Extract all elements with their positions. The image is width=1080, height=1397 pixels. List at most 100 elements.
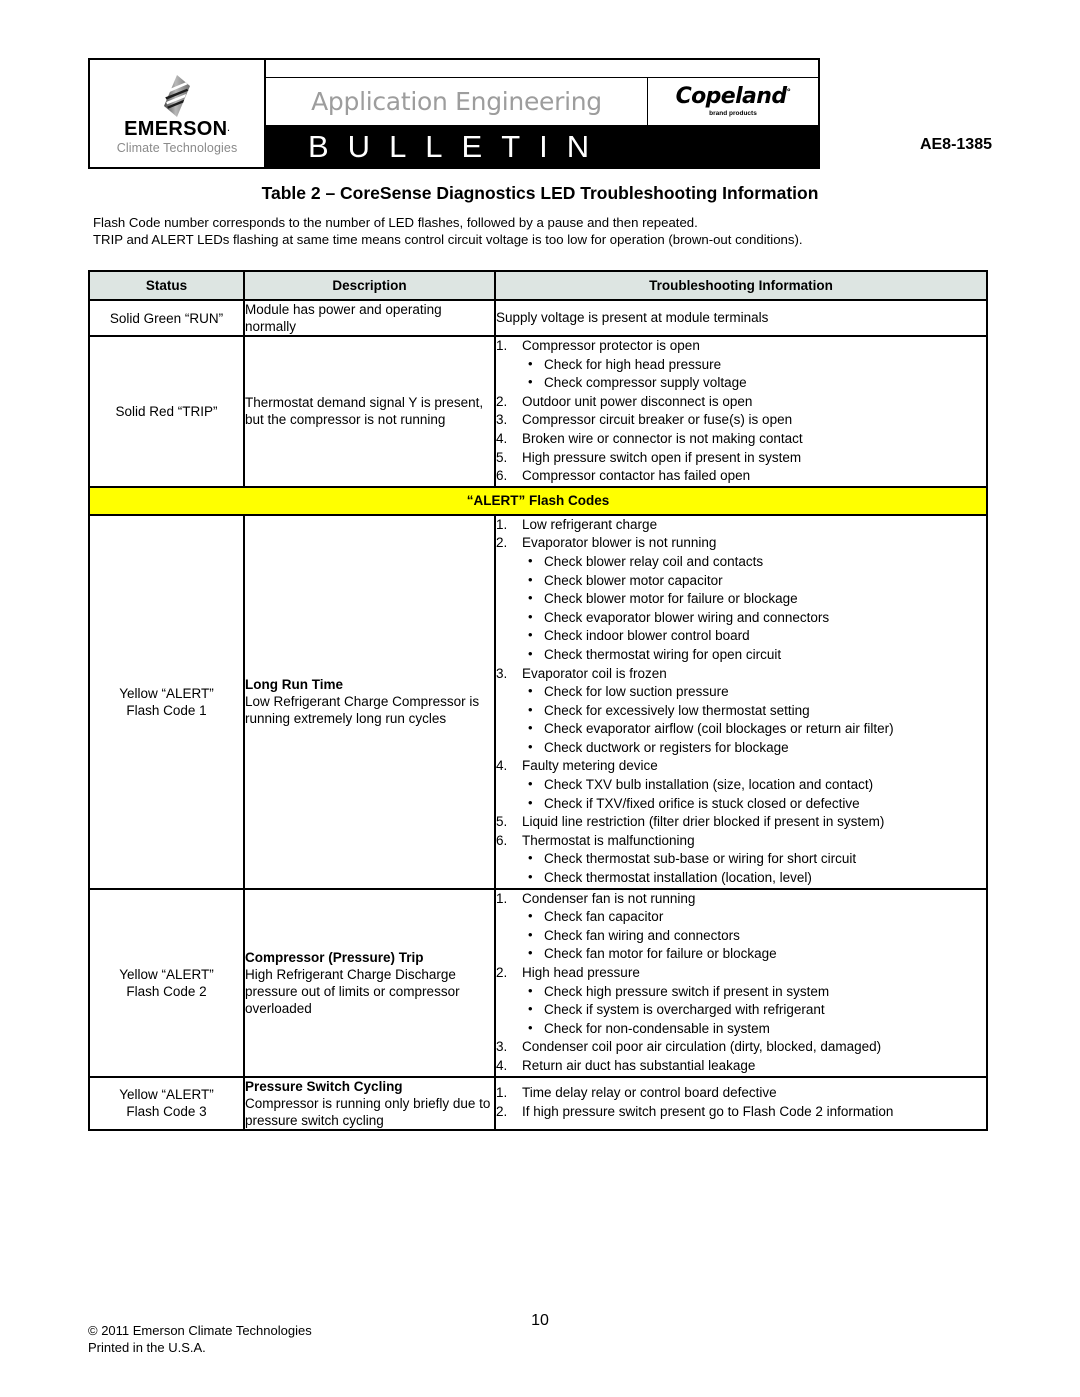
sublist-item-text: Check for excessively low thermostat set…	[544, 702, 810, 718]
description-body: Compressor is running only briefly due t…	[245, 1095, 491, 1128]
list-item-text: Thermostat is malfunctioning	[522, 832, 695, 848]
sublist-item-text: Check for non-condensable in system	[544, 1020, 770, 1036]
bullet-dot-icon: •	[528, 701, 533, 717]
sublist-item-text: Check for low suction pressure	[544, 684, 729, 700]
sublist-item-text: Check if TXV/fixed orifice is stuck clos…	[544, 795, 860, 811]
troubleshooting-list-item: 1. Compressor protector is open • Check for…	[496, 337, 986, 393]
bullet-dot-icon: •	[528, 374, 533, 390]
troubleshooting-sublist: • Check TXV bulb installation (size, loca…	[522, 776, 986, 813]
list-item-text: Evaporator blower is not running	[522, 535, 717, 551]
troubleshooting-table: Status Description Troubleshooting Infor…	[88, 270, 988, 1131]
troubleshooting-sublist: • Check fan capacitor • Check fan wiring an…	[522, 908, 986, 964]
troubleshooting-list-item: 3. Evaporator coil is frozen • Check for lo…	[496, 665, 986, 758]
bullet-dot-icon: •	[528, 945, 533, 961]
copeland-wordmark-text: Copeland	[675, 84, 788, 109]
troubleshooting-sublist: • Check blower relay coil and contacts • Ch…	[522, 553, 986, 665]
sublist-item-text: Check evaporator blower wiring and conne…	[544, 609, 830, 625]
list-item-text: Evaporator coil is frozen	[522, 665, 667, 681]
status-cell-solid-green-run: Solid Green “RUN”	[88, 299, 245, 337]
emerson-tagline: Climate Technologies	[116, 140, 238, 155]
troubleshooting-sublist-item: • Check for non-condensable in system	[522, 1020, 986, 1039]
status-line-1: Yellow “ALERT”	[119, 1087, 214, 1103]
table-row: Yellow “ALERT” Flash Code 2 Compressor (…	[88, 887, 988, 1078]
sublist-item-text: Check fan capacitor	[544, 909, 664, 925]
bulletin-bar: BULLETIN	[266, 125, 818, 167]
emerson-logo-cell: EMERSON. Climate Technologies	[90, 60, 266, 167]
bullet-dot-icon: •	[528, 645, 533, 661]
status-cell-flash-code-2: Yellow “ALERT” Flash Code 2	[88, 887, 245, 1078]
masthead-mid-strip: Application Engineering Copeland° brand …	[266, 78, 818, 125]
bullet-dot-icon: •	[528, 1001, 533, 1017]
troubleshooting-list: 1. Time delay relay or control board defe…	[496, 1084, 986, 1121]
troubleshooting-cell-flash-code-3: 1. Time delay relay or control board defe…	[494, 1075, 988, 1131]
list-item-text: Outdoor unit power disconnect is open	[522, 393, 753, 409]
status-line-1: Yellow “ALERT”	[119, 685, 214, 701]
table-row: Solid Green “RUN” Module has power and o…	[88, 299, 988, 337]
troubleshooting-list-item: 1. Time delay relay or control board defe…	[496, 1084, 986, 1103]
description-cell-solid-green-run: Module has power and operating normally	[243, 299, 496, 337]
list-item-text: Return air duct has substantial leakage	[522, 1057, 756, 1073]
masthead-thin-strip	[266, 60, 818, 78]
status-cell-flash-code-3: Yellow “ALERT” Flash Code 3	[88, 1075, 245, 1131]
list-item-text: If high pressure switch present go to Fl…	[522, 1104, 894, 1120]
list-item-number: 1.	[496, 338, 508, 353]
description-cell-flash-code-1: Long Run Time Low Refrigerant Charge Com…	[243, 513, 496, 890]
troubleshooting-sublist-item: • Check fan capacitor	[522, 908, 986, 927]
troubleshooting-sublist-item: • Check blower motor capacitor	[522, 572, 986, 591]
sublist-item-text: Check thermostat wiring for open circuit	[544, 646, 782, 662]
sublist-item-text: Check if system is overcharged with refr…	[544, 1002, 825, 1018]
table-row: Solid Red “TRIP” Thermostat demand signa…	[88, 335, 988, 488]
bullet-dot-icon: •	[528, 794, 533, 810]
list-item-text: Compressor protector is open	[522, 338, 700, 353]
troubleshooting-sublist-item: • Check if system is overcharged with ref…	[522, 1001, 986, 1020]
sublist-item-text: Check fan wiring and connectors	[544, 927, 740, 943]
troubleshooting-sublist-item: • Check for low suction pressure	[522, 683, 986, 702]
table-body: Solid Green “RUN” Module has power and o…	[88, 299, 988, 1131]
bullet-dot-icon: •	[528, 869, 533, 885]
troubleshooting-sublist-item: • Check indoor blower control board	[522, 627, 986, 646]
troubleshooting-list-item: 4. Return air duct has substantial leakag…	[496, 1057, 986, 1076]
bullet-dot-icon: •	[528, 982, 533, 998]
intro-line-1: Flash Code number corresponds to the num…	[93, 215, 698, 230]
list-item-text: Condenser coil poor air circulation (dir…	[522, 1039, 882, 1055]
list-item-text: Liquid line restriction (filter drier bl…	[522, 814, 885, 830]
sublist-item-text: Check for high head pressure	[544, 356, 722, 372]
list-item-number: 6.	[496, 468, 508, 484]
troubleshooting-sublist-item: • Check for excessively low thermostat se…	[522, 702, 986, 721]
table-header-row: Status Description Troubleshooting Infor…	[88, 270, 988, 301]
list-item-number: 5.	[496, 449, 508, 465]
status-line-2: Flash Code 1	[126, 702, 207, 718]
troubleshooting-sublist-item: • Check TXV bulb installation (size, loca…	[522, 776, 986, 795]
sublist-item-text: Check blower motor for failure or blocka…	[544, 591, 798, 607]
sublist-item-text: Check blower relay coil and contacts	[544, 553, 764, 569]
troubleshooting-sublist-item: • Check blower relay coil and contacts	[522, 553, 986, 572]
emerson-trademark: .	[227, 123, 230, 133]
list-item-number: 4.	[496, 1057, 508, 1073]
troubleshooting-cell-solid-red-trip: 1. Compressor protector is open • Check for…	[494, 335, 988, 488]
bullet-dot-icon: •	[528, 590, 533, 606]
status-line-2: Flash Code 3	[126, 1104, 207, 1120]
troubleshooting-cell-solid-green-run: Supply voltage is present at module term…	[494, 299, 988, 337]
document-number: AE8-1385	[919, 136, 992, 153]
sublist-item-text: Check thermostat installation (location,…	[544, 870, 812, 886]
list-item-number: 4.	[496, 758, 508, 774]
column-header-troubleshooting: Troubleshooting Information	[494, 270, 988, 301]
document-page: EMERSON. Climate Technologies Applicatio…	[0, 0, 1080, 1397]
troubleshooting-sublist-item: • Check compressor supply voltage	[522, 374, 986, 393]
bullet-dot-icon: •	[528, 1019, 533, 1035]
bullet-dot-icon: •	[528, 608, 533, 624]
troubleshooting-list-item: 3. Condenser coil poor air circulation (d…	[496, 1038, 986, 1057]
masthead-right-stack: Application Engineering Copeland° brand …	[266, 60, 818, 167]
troubleshooting-list-item: 3. Compressor circuit breaker or fuse(s) …	[496, 411, 986, 430]
bullet-dot-icon: •	[528, 683, 533, 699]
list-item-number: 2.	[496, 1104, 508, 1120]
emerson-diamond-icon	[160, 74, 194, 117]
troubleshooting-sublist: • Check high pressure switch if present i…	[522, 983, 986, 1039]
troubleshooting-sublist-item: • Check high pressure switch if present i…	[522, 983, 986, 1002]
list-item-number: 2.	[496, 393, 508, 409]
bullet-dot-icon: •	[528, 720, 533, 736]
list-item-text: Broken wire or connector is not making c…	[522, 430, 803, 446]
list-item-text: Low refrigerant charge	[522, 516, 658, 532]
troubleshooting-list: 1. Low refrigerant charge 2. Evaporator blo…	[496, 516, 986, 888]
troubleshooting-list-item: 2. If high pressure switch present go to …	[496, 1103, 986, 1122]
